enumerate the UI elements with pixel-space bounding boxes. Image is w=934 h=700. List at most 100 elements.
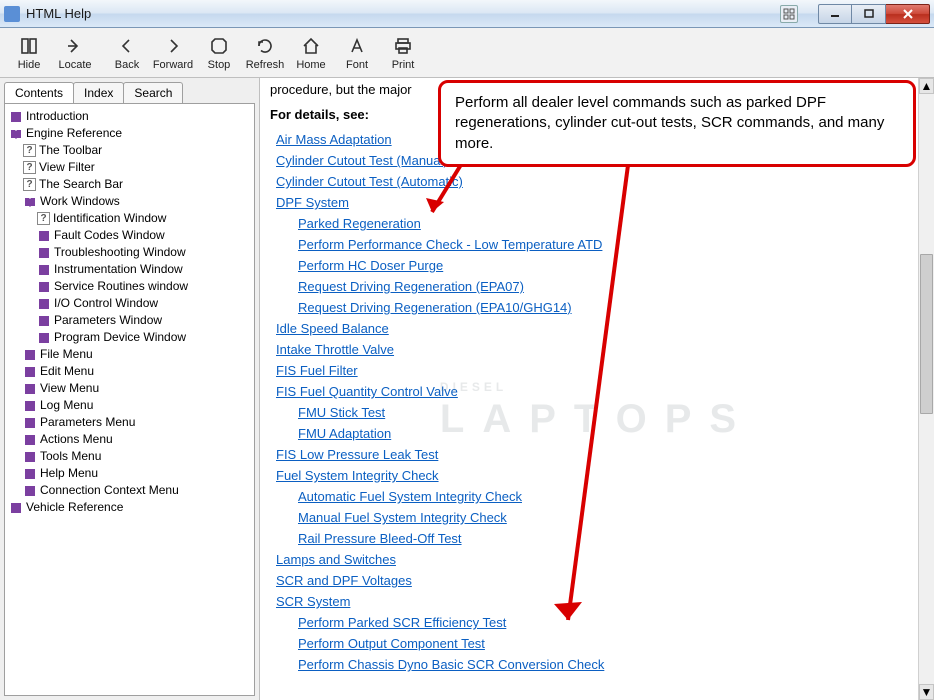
locate-icon: [64, 35, 86, 57]
book-icon: [23, 348, 37, 362]
link[interactable]: Perform Parked SCR Efficiency Test: [298, 615, 506, 630]
print-icon: [392, 35, 414, 57]
link[interactable]: Intake Throttle Valve: [276, 342, 394, 357]
tree-item[interactable]: Service Routines window: [37, 278, 252, 295]
link[interactable]: FIS Fuel Quantity Control Valve: [276, 384, 458, 399]
hide-icon: [18, 35, 40, 57]
print-button[interactable]: Print: [380, 30, 426, 76]
link[interactable]: FIS Low Pressure Leak Test: [276, 447, 438, 462]
book-icon: [37, 280, 51, 294]
link[interactable]: FIS Fuel Filter: [276, 363, 358, 378]
locate-button[interactable]: Locate: [52, 30, 98, 76]
tree-item[interactable]: ?View Filter: [23, 159, 252, 176]
book-icon: [37, 331, 51, 345]
book-icon: [9, 501, 23, 515]
back-button[interactable]: Back: [104, 30, 150, 76]
tree-item[interactable]: Actions Menu: [23, 431, 252, 448]
forward-button[interactable]: Forward: [150, 30, 196, 76]
link[interactable]: Air Mass Adaptation: [276, 132, 392, 147]
link[interactable]: Request Driving Regeneration (EPA07): [298, 279, 524, 294]
tree-item[interactable]: File Menu: [23, 346, 252, 363]
link[interactable]: FMU Adaptation: [298, 426, 391, 441]
help-page-icon: ?: [23, 161, 36, 174]
book-icon: [37, 229, 51, 243]
link[interactable]: FMU Stick Test: [298, 405, 385, 420]
scroll-thumb[interactable]: [920, 254, 933, 414]
link[interactable]: Perform Chassis Dyno Basic SCR Conversio…: [298, 657, 604, 672]
book-icon: [23, 382, 37, 396]
scroll-down-button[interactable]: ▼: [919, 684, 934, 700]
tree-view[interactable]: Introduction Engine Reference ?The Toolb…: [4, 103, 255, 696]
vertical-scrollbar[interactable]: ▲ ▼: [918, 78, 934, 700]
tree-item[interactable]: Parameters Menu: [23, 414, 252, 431]
link[interactable]: Request Driving Regeneration (EPA10/GHG1…: [298, 300, 572, 315]
tree-item[interactable]: ?The Search Bar: [23, 176, 252, 193]
tree-item[interactable]: Vehicle Reference: [9, 499, 252, 516]
link[interactable]: SCR and DPF Voltages: [276, 573, 412, 588]
book-icon: [23, 416, 37, 430]
scroll-up-button[interactable]: ▲: [919, 78, 934, 94]
tab-search[interactable]: Search: [123, 82, 183, 103]
nav-tabs: Contents Index Search: [0, 78, 259, 103]
tree-item[interactable]: ?Identification Window: [37, 210, 252, 227]
link[interactable]: Manual Fuel System Integrity Check: [298, 510, 507, 525]
book-icon: [23, 365, 37, 379]
tree-item[interactable]: Help Menu: [23, 465, 252, 482]
tab-contents[interactable]: Contents: [4, 82, 74, 103]
maximize-button[interactable]: [852, 4, 886, 24]
font-icon: [346, 35, 368, 57]
book-open-icon: [9, 127, 23, 141]
home-button[interactable]: Home: [288, 30, 334, 76]
tree-item[interactable]: Parameters Window: [37, 312, 252, 329]
book-icon: [37, 246, 51, 260]
link[interactable]: DPF System: [276, 195, 349, 210]
tree-item[interactable]: Troubleshooting Window: [37, 244, 252, 261]
stop-button[interactable]: Stop: [196, 30, 242, 76]
nav-panel: Contents Index Search Introduction Engin…: [0, 78, 260, 700]
book-icon: [9, 110, 23, 124]
link[interactable]: Rail Pressure Bleed-Off Test: [298, 531, 462, 546]
tree-item[interactable]: ?The Toolbar: [23, 142, 252, 159]
app-icon: [4, 6, 20, 22]
tab-index[interactable]: Index: [73, 82, 124, 103]
font-button[interactable]: Font: [334, 30, 380, 76]
stop-icon: [208, 35, 230, 57]
titlebar-extra-button[interactable]: [780, 5, 798, 23]
tree-item[interactable]: View Menu: [23, 380, 252, 397]
minimize-button[interactable]: [818, 4, 852, 24]
tree-item[interactable]: Program Device Window: [37, 329, 252, 346]
refresh-button[interactable]: Refresh: [242, 30, 288, 76]
book-icon: [23, 484, 37, 498]
link[interactable]: Perform Output Component Test: [298, 636, 485, 651]
link[interactable]: Fuel System Integrity Check: [276, 468, 439, 483]
scroll-track: [919, 94, 934, 684]
tree-item[interactable]: Work Windows: [23, 193, 252, 210]
toolbar: Hide Locate Back Forward Stop Refresh Ho…: [0, 28, 934, 78]
help-page-icon: ?: [23, 144, 36, 157]
tree-item[interactable]: Instrumentation Window: [37, 261, 252, 278]
refresh-icon: [254, 35, 276, 57]
link[interactable]: Lamps and Switches: [276, 552, 396, 567]
book-icon: [23, 433, 37, 447]
tree-item[interactable]: Fault Codes Window: [37, 227, 252, 244]
link[interactable]: Parked Regeneration: [298, 216, 421, 231]
window-root: HTML Help Hide Locate Back Forward Stop …: [0, 0, 934, 700]
tree-item[interactable]: Edit Menu: [23, 363, 252, 380]
link[interactable]: Automatic Fuel System Integrity Check: [298, 489, 522, 504]
hide-button[interactable]: Hide: [6, 30, 52, 76]
tree-item[interactable]: Log Menu: [23, 397, 252, 414]
tree-item[interactable]: Tools Menu: [23, 448, 252, 465]
link[interactable]: SCR System: [276, 594, 350, 609]
tree-item[interactable]: Engine Reference: [9, 125, 252, 142]
tree-item[interactable]: I/O Control Window: [37, 295, 252, 312]
close-button[interactable]: [886, 4, 930, 24]
tree-item[interactable]: Connection Context Menu: [23, 482, 252, 499]
tree-item[interactable]: Introduction: [9, 108, 252, 125]
book-icon: [37, 297, 51, 311]
help-page-icon: ?: [23, 178, 36, 191]
book-icon: [23, 467, 37, 481]
link[interactable]: Perform HC Doser Purge: [298, 258, 443, 273]
titlebar: HTML Help: [0, 0, 934, 28]
link[interactable]: Idle Speed Balance: [276, 321, 389, 336]
back-icon: [116, 35, 138, 57]
